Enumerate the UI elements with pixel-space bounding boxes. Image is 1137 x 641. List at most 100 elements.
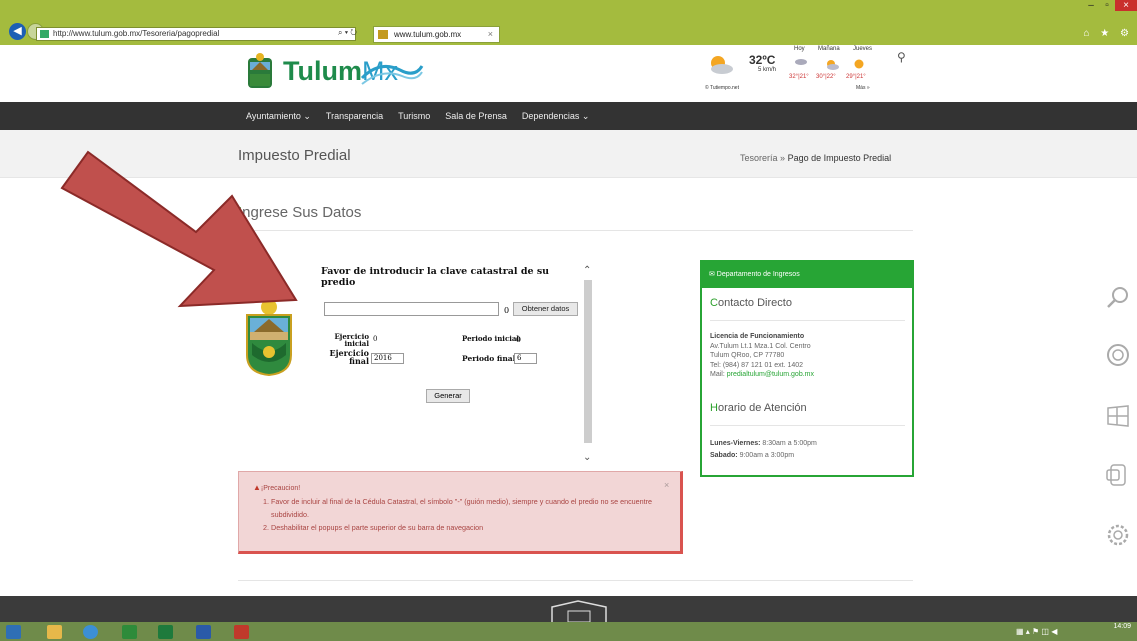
back-button[interactable]: ◀: [9, 23, 26, 40]
warning-alert: Favor de incluir al final de la Cédula C…: [238, 471, 683, 554]
sun-cloud-icon: [711, 56, 733, 74]
address-bar[interactable]: http://www.tulum.gob.mx/Tesoreria/pagopr…: [36, 27, 356, 41]
municipal-seal-icon: [246, 299, 292, 377]
periodo-final-input[interactable]: 6: [514, 353, 537, 364]
breadcrumb-parent-link[interactable]: Tesorería: [740, 153, 778, 163]
file-explorer-icon[interactable]: [47, 625, 62, 639]
frame-scrollbar[interactable]: ⌃ ⌄: [581, 265, 595, 465]
mail-app-icon[interactable]: [234, 625, 249, 639]
search-icon[interactable]: ⚲: [897, 50, 906, 64]
contacto-heading: Contacto Directo: [710, 297, 792, 309]
window-controls: – ▫ ×: [1083, 0, 1137, 14]
system-tray[interactable]: ▦ ▴ ⚑ ◫ ◀: [1016, 627, 1057, 636]
divider: [710, 320, 905, 321]
ejercicio-inicial-label: Ejercicio inicial: [334, 332, 369, 348]
tab-favicon-icon: [378, 30, 388, 39]
nav-item-turismo[interactable]: Turismo: [398, 111, 430, 121]
contacto-rest: ontacto Directo: [717, 297, 792, 309]
nav-item-sala-de-prensa[interactable]: Sala de Prensa: [445, 111, 507, 121]
alert-title: ▲¡Precaucion!: [253, 483, 300, 492]
restore-button[interactable]: ▫: [1099, 0, 1115, 11]
alert-list: Favor de incluir al final de la Cédula C…: [261, 495, 681, 534]
phone: Tel: (984) 87 121 01 ext. 1402: [710, 361, 804, 369]
share-charm-icon[interactable]: [1105, 342, 1131, 368]
horario-heading: Horario de Atención: [710, 402, 807, 414]
weather-more-link[interactable]: Más »: [856, 85, 870, 91]
page-title-bar: [0, 130, 1137, 178]
weather-widget[interactable]: 32ºC 5 km/h Hoy Mañana Jueves 32°|21° 30…: [703, 45, 888, 95]
form-heading: Favor de introducir la clave catastral d…: [321, 266, 550, 288]
close-window-button[interactable]: ×: [1115, 0, 1137, 11]
alert-item: Favor de incluir al final de la Cédula C…: [271, 495, 681, 521]
site-header: [0, 45, 1137, 102]
periodo-inicial-value: 0: [516, 335, 521, 344]
schedule: Lunes-Viernes: 8:30am a 5:00pm Sabado: 9…: [710, 438, 817, 462]
weather-temps: 30°|22°: [816, 74, 836, 80]
ejercicio-final-input[interactable]: 2016: [371, 353, 404, 364]
saturday-hours: 9:00am a 3:00pm: [737, 452, 795, 459]
section-title-rest: ngrese Sus Datos: [242, 204, 362, 221]
weather-temp: 32ºC: [749, 53, 776, 67]
weather-wind: 5 km/h: [758, 67, 777, 73]
clock[interactable]: 14:09: [1113, 623, 1131, 631]
excel-icon[interactable]: [158, 625, 173, 639]
breadcrumb-current: Pago de Impuesto Predial: [787, 153, 892, 163]
tab-close-icon[interactable]: ×: [488, 27, 493, 42]
warning-icon: ▲: [253, 483, 261, 492]
weather-day: Mañana: [818, 46, 840, 52]
divider: [710, 425, 905, 426]
scroll-up-icon[interactable]: ⌃: [583, 265, 591, 276]
address-line: Av.Tulum Lt.1 Mza.1 Col. Centro: [710, 342, 811, 350]
nav-item-transparencia[interactable]: Transparencia: [326, 111, 383, 121]
alert-item: Deshabilitar el popups el parte superior…: [271, 521, 681, 534]
weather-day: Jueves: [853, 46, 873, 52]
start-charm-icon[interactable]: [1105, 403, 1131, 429]
generar-button[interactable]: Generar: [426, 389, 470, 403]
nav-item-dependencias[interactable]: Dependencias ⌄: [522, 111, 590, 122]
address-line: Tulum QRoo, CP 77780: [710, 352, 785, 359]
obtener-datos-button[interactable]: Obtener datos: [513, 302, 578, 316]
mail-label: Mail:: [710, 371, 727, 378]
site-favicon-icon: [40, 30, 49, 38]
mail-link[interactable]: predialtulum@tulum.gob.mx: [727, 371, 814, 378]
browser-toolbar-icons[interactable]: ⌂ ★ ⚙: [1083, 28, 1133, 39]
weather-source: © Tutiempo.net: [705, 85, 739, 91]
scroll-thumb[interactable]: [584, 280, 592, 443]
clave-suffix: 0: [504, 306, 510, 315]
search-charm-icon[interactable]: [1105, 285, 1131, 311]
horario-initial: H: [710, 402, 718, 414]
periodo-final-label: Periodo final: [462, 354, 516, 363]
tab-title: www.tulum.gob.mx: [394, 30, 462, 39]
contacto-initial: C: [710, 297, 718, 309]
scroll-down-icon[interactable]: ⌄: [583, 452, 591, 463]
breadcrumb: Tesorería » Pago de Impuesto Predial: [740, 153, 891, 163]
divider: [238, 230, 913, 231]
section-title: Ingrese Sus Datos: [238, 204, 361, 221]
minimize-button[interactable]: –: [1083, 0, 1099, 11]
footer-logo-icon: [551, 600, 607, 622]
weekday-label: Lunes-Viernes:: [710, 440, 761, 447]
internet-explorer-icon[interactable]: [83, 625, 98, 639]
start-icon[interactable]: [6, 625, 21, 639]
browser-tab[interactable]: www.tulum.gob.mx ×: [373, 26, 500, 43]
app-icon[interactable]: [122, 625, 137, 639]
logo-main: Tulum: [283, 56, 362, 86]
nav-item-ayuntamiento[interactable]: Ayuntamiento ⌄: [246, 111, 311, 122]
alert-close-icon[interactable]: ×: [664, 480, 669, 490]
clave-catastral-input[interactable]: [324, 302, 499, 316]
panel-header: ✉ Departamento de Ingresos: [702, 262, 912, 288]
breadcrumb-separator: »: [780, 153, 786, 163]
address-tools[interactable]: ⌕ ▾ ↻: [338, 28, 357, 38]
settings-charm-icon[interactable]: [1105, 522, 1131, 548]
main-nav: Ayuntamiento ⌄ Transparencia Turismo Sal…: [0, 102, 1137, 130]
address-url: http://www.tulum.gob.mx/Tesoreria/pagopr…: [53, 29, 220, 38]
ejercicio-inicial-value: 0: [373, 335, 378, 343]
weekday-hours: 8:30am a 5:00pm: [760, 440, 817, 447]
page-title: Impuesto Predial: [238, 147, 351, 164]
devices-charm-icon[interactable]: [1105, 462, 1131, 488]
word-icon[interactable]: [196, 625, 211, 639]
forecast-icons: [795, 59, 864, 70]
screen: ◀ http://www.tulum.gob.mx/Tesoreria/pago…: [0, 0, 1137, 641]
weather-temps: 29°|21°: [846, 74, 866, 80]
horario-rest: orario de Atención: [717, 402, 807, 414]
